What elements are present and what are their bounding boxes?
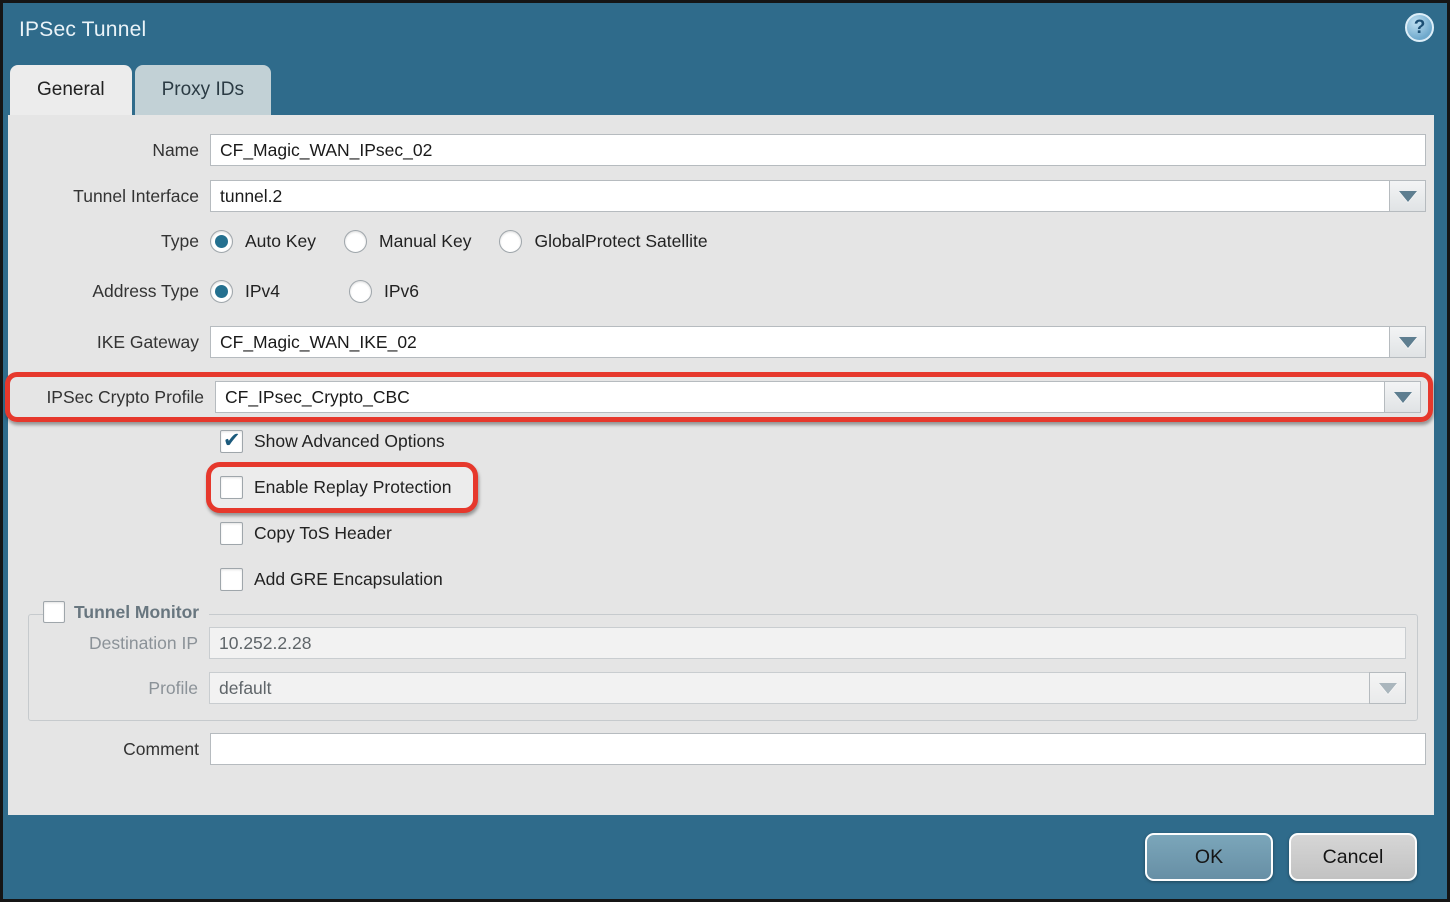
tab-proxy-ids[interactable]: Proxy IDs xyxy=(135,65,271,115)
add-gre-encapsulation-checkbox[interactable] xyxy=(220,568,243,591)
tunnel-interface-label: Tunnel Interface xyxy=(8,186,210,207)
type-label: Type xyxy=(8,231,210,252)
copy-tos-header-row: Copy ToS Header xyxy=(220,522,1426,545)
comment-row: Comment xyxy=(8,733,1426,765)
profile-dropdown-button xyxy=(1369,672,1406,704)
type-row: Type Auto Key Manual Key GlobalProtect S… xyxy=(8,226,1426,256)
dialog-titlebar: IPSec Tunnel ? xyxy=(3,3,1447,65)
show-advanced-options-checkbox[interactable] xyxy=(220,430,243,453)
add-gre-encapsulation-row: Add GRE Encapsulation xyxy=(220,568,1426,591)
ok-button[interactable]: OK xyxy=(1145,833,1273,881)
general-tab-panel: Name Tunnel Interface Type xyxy=(8,115,1434,815)
radio-auto-key-label: Auto Key xyxy=(245,231,316,252)
cancel-button[interactable]: Cancel xyxy=(1289,833,1417,881)
dialog-title: IPSec Tunnel xyxy=(19,18,146,41)
ipsec-crypto-profile-input[interactable] xyxy=(215,381,1384,413)
profile-input xyxy=(209,672,1369,704)
radio-button-icon[interactable] xyxy=(210,230,233,253)
chevron-down-icon xyxy=(1399,337,1417,348)
ipsec-crypto-profile-row: IPSec Crypto Profile xyxy=(13,381,1421,413)
tunnel-monitor-label: Tunnel Monitor xyxy=(74,602,199,623)
address-type-row: Address Type IPv4 IPv6 xyxy=(8,276,1426,306)
ike-gateway-input[interactable] xyxy=(210,326,1389,358)
tunnel-interface-dropdown-button[interactable] xyxy=(1389,180,1426,212)
advanced-options-section: Show Advanced Options Enable Replay Prot… xyxy=(8,430,1426,591)
highlight-annotation-crypto-profile: IPSec Crypto Profile xyxy=(5,372,1433,422)
radio-button-icon[interactable] xyxy=(210,280,233,303)
profile-label: Profile xyxy=(29,678,209,699)
radio-button-icon[interactable] xyxy=(344,230,367,253)
name-input[interactable] xyxy=(210,134,1426,166)
destination-ip-input xyxy=(209,627,1406,659)
radio-globalprotect-satellite[interactable]: GlobalProtect Satellite xyxy=(499,230,735,253)
profile-row: Profile xyxy=(29,672,1406,704)
radio-button-icon[interactable] xyxy=(349,280,372,303)
tab-bar: General Proxy IDs xyxy=(3,65,1447,115)
name-label: Name xyxy=(8,140,210,161)
chevron-down-icon xyxy=(1379,683,1397,694)
ike-gateway-dropdown-button[interactable] xyxy=(1389,326,1426,358)
radio-ipv6-label: IPv6 xyxy=(384,281,419,302)
chevron-down-icon xyxy=(1394,392,1412,403)
tunnel-interface-row: Tunnel Interface xyxy=(8,180,1426,212)
copy-tos-header-label: Copy ToS Header xyxy=(254,523,392,544)
tunnel-monitor-checkbox[interactable] xyxy=(43,601,65,623)
ike-gateway-label: IKE Gateway xyxy=(8,332,210,353)
destination-ip-row: Destination IP xyxy=(29,627,1406,659)
radio-ipv4[interactable]: IPv4 xyxy=(210,280,349,303)
radio-manual-key-label: Manual Key xyxy=(379,231,471,252)
chevron-down-icon xyxy=(1399,191,1417,202)
tunnel-monitor-legend: Tunnel Monitor xyxy=(43,601,209,623)
tunnel-monitor-fieldset: Tunnel Monitor Destination IP Profile xyxy=(28,614,1418,721)
enable-replay-protection-checkbox[interactable] xyxy=(220,476,243,499)
add-gre-encapsulation-label: Add GRE Encapsulation xyxy=(254,569,443,590)
ipsec-crypto-profile-dropdown-button[interactable] xyxy=(1384,381,1421,413)
enable-replay-protection-label: Enable Replay Protection xyxy=(254,477,451,498)
address-type-label: Address Type xyxy=(8,281,210,302)
help-icon[interactable]: ? xyxy=(1405,13,1434,42)
radio-ipv6[interactable]: IPv6 xyxy=(349,280,447,303)
radio-manual-key[interactable]: Manual Key xyxy=(344,230,499,253)
comment-input[interactable] xyxy=(210,733,1426,765)
ike-gateway-row: IKE Gateway xyxy=(8,326,1426,358)
ipsec-tunnel-dialog: IPSec Tunnel ? General Proxy IDs Name Tu… xyxy=(0,0,1450,902)
show-advanced-options-label: Show Advanced Options xyxy=(254,431,445,452)
radio-ipv4-label: IPv4 xyxy=(245,281,280,302)
tunnel-interface-input[interactable] xyxy=(210,180,1389,212)
copy-tos-header-checkbox[interactable] xyxy=(220,522,243,545)
comment-label: Comment xyxy=(8,739,210,760)
tab-general[interactable]: General xyxy=(10,65,132,115)
radio-globalprotect-satellite-label: GlobalProtect Satellite xyxy=(534,231,707,252)
ipsec-crypto-profile-label: IPSec Crypto Profile xyxy=(13,387,215,408)
name-row: Name xyxy=(8,134,1426,166)
radio-auto-key[interactable]: Auto Key xyxy=(210,230,344,253)
radio-button-icon[interactable] xyxy=(499,230,522,253)
highlight-annotation-replay-protection: Enable Replay Protection xyxy=(206,462,478,513)
dialog-footer: OK Cancel xyxy=(3,815,1447,899)
destination-ip-label: Destination IP xyxy=(29,633,209,654)
show-advanced-options-row: Show Advanced Options xyxy=(220,430,1426,453)
